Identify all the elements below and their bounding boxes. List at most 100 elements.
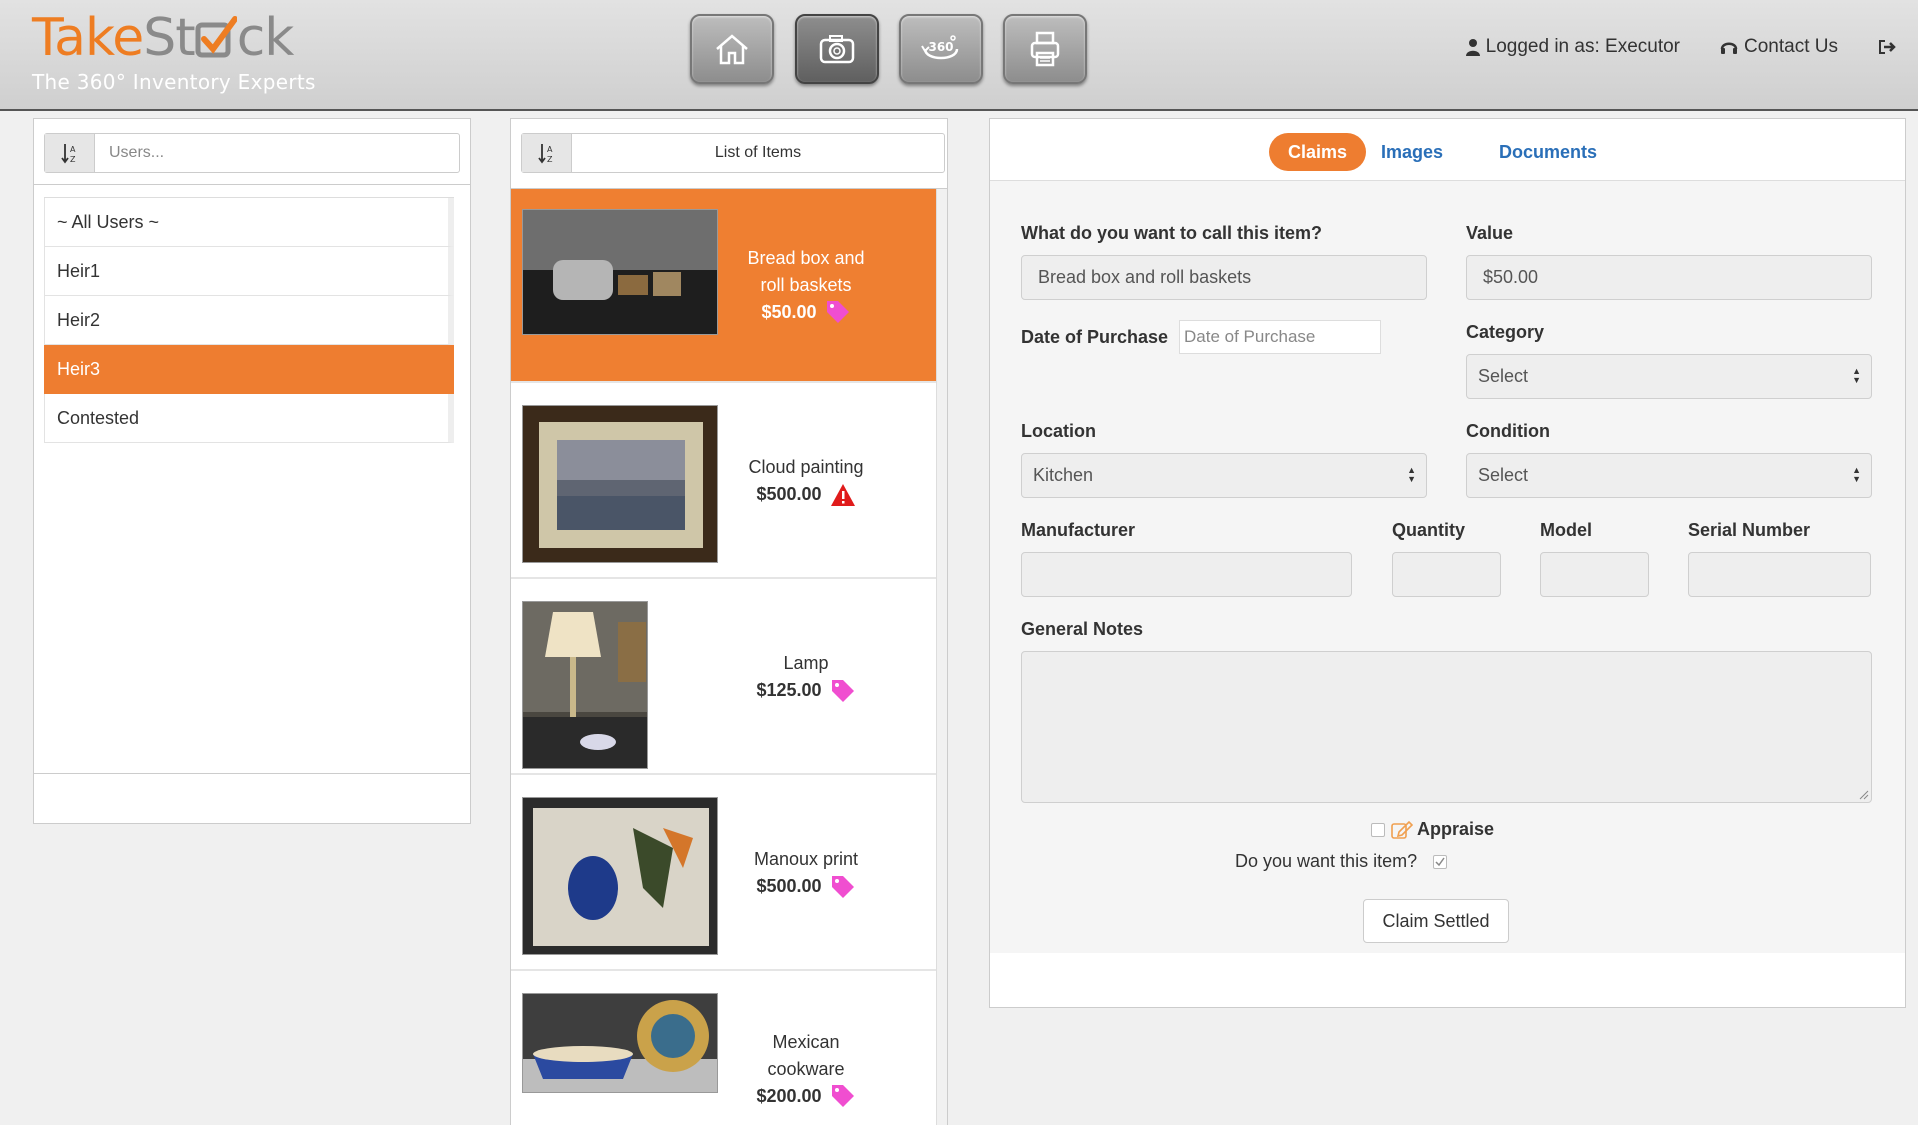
user-item-heir2[interactable]: Heir2 (44, 296, 454, 345)
items-sort-button[interactable]: AZ (522, 134, 572, 172)
item-price: $200.00 (756, 1085, 822, 1106)
users-search-input[interactable] (95, 134, 459, 172)
items-panel: AZ List of Items Bread box and roll bask… (510, 118, 948, 1125)
item-name-input[interactable]: Bread box and roll baskets (1021, 255, 1427, 300)
category-label: Category (1466, 322, 1545, 342)
user-icon (1465, 39, 1480, 56)
location-label: Location (1021, 421, 1096, 441)
item-card-mexican-cookware[interactable]: Mexican cookware $200.00 (511, 973, 938, 1125)
category-select[interactable]: Select ▲ ▼ (1466, 354, 1872, 399)
item-name: Lamp (783, 653, 829, 673)
item-name: Manoux print (753, 849, 859, 869)
serial-number-label: Serial Number (1688, 520, 1811, 540)
item-price-row: $50.00 (761, 299, 850, 326)
item-thumbnail (522, 405, 718, 563)
want-item-checkbox[interactable] (1433, 854, 1448, 869)
item-card-bread-box[interactable]: Bread box and roll baskets $50.00 (511, 189, 938, 383)
logo-wordmark: TakeSt ck (32, 8, 294, 68)
general-notes-textarea[interactable] (1021, 651, 1872, 803)
warning-icon (830, 483, 855, 506)
item-name-line2: roll baskets (760, 274, 852, 295)
item-card-lamp[interactable]: Lamp $125.00 (511, 581, 938, 775)
user-item-label: Heir2 (57, 309, 101, 330)
want-item-row: Do you want this item? (1235, 851, 1448, 872)
value-input[interactable]: $50.00 (1466, 255, 1872, 300)
condition-select-value: Select (1478, 465, 1529, 485)
item-info: Manoux print $500.00 (711, 777, 901, 969)
resize-grip-icon (1859, 790, 1869, 800)
manufacturer-input[interactable] (1021, 552, 1352, 597)
items-scrollbar[interactable] (936, 189, 947, 1125)
detail-tabs: Claims Images Documents (990, 119, 1905, 181)
appraise-label: Appraise (1417, 819, 1495, 839)
logout-button[interactable] (1878, 39, 1902, 55)
want-item-label: Do you want this item? (1235, 851, 1418, 871)
detail-panel-footer (990, 953, 1905, 1007)
item-info: Cloud painting $500.00 (711, 385, 901, 577)
camera-icon (819, 35, 855, 64)
user-item-all-users[interactable]: ~ All Users ~ (44, 198, 454, 247)
item-price-row: $500.00 (756, 873, 855, 900)
headset-icon (1720, 42, 1738, 54)
item-price-row: $500.00 (756, 481, 855, 508)
item-thumbnail (522, 209, 718, 335)
user-item-contested[interactable]: Contested (44, 394, 454, 443)
serial-number-input[interactable] (1688, 552, 1871, 597)
tab-claims[interactable]: Claims (1269, 133, 1367, 171)
item-card-manoux-print[interactable]: Manoux print $500.00 (511, 777, 938, 971)
condition-label: Condition (1466, 421, 1550, 441)
app-header: TakeSt ck The 360° Inventory Experts 360 … (0, 0, 1918, 111)
360-view-button[interactable]: 360 (899, 14, 983, 84)
items-header: AZ List of Items (511, 119, 947, 189)
value-label: Value (1466, 223, 1514, 243)
contact-us-link[interactable]: Contact Us (1720, 36, 1838, 58)
item-name-line2: cookware (767, 1058, 845, 1079)
printer-icon (1030, 31, 1060, 67)
date-of-purchase-input[interactable]: Date of Purchase (1179, 320, 1381, 354)
item-info: Lamp $125.00 (711, 581, 901, 773)
items-title-bar: AZ List of Items (521, 133, 945, 173)
item-thumbnail (522, 601, 648, 769)
item-price: $125.00 (756, 680, 822, 700)
select-arrows-icon: ▲ ▼ (1852, 465, 1861, 484)
checkmark-icon (195, 16, 238, 58)
item-card-cloud-painting[interactable]: Cloud painting $500.00 (511, 385, 938, 579)
home-button[interactable] (690, 14, 774, 84)
location-select[interactable]: Kitchen ▲ ▼ (1021, 453, 1427, 498)
svg-text:A: A (70, 145, 76, 154)
general-notes-label: General Notes (1021, 619, 1144, 639)
item-name: Mexican (772, 1031, 840, 1052)
model-input[interactable] (1540, 552, 1649, 597)
claim-settled-button[interactable]: Claim Settled (1363, 899, 1509, 943)
svg-text:A: A (547, 145, 553, 154)
tab-images[interactable]: Images (1362, 133, 1462, 171)
item-price-row: $125.00 (756, 677, 855, 704)
users-divider (34, 184, 470, 185)
claims-form: What do you want to call this item? Brea… (990, 181, 1905, 955)
select-arrows-icon: ▲ ▼ (1407, 465, 1416, 484)
print-button[interactable] (1003, 14, 1087, 84)
360-view-icon: 360 (921, 35, 959, 60)
user-item-label: Contested (57, 407, 140, 428)
condition-select[interactable]: Select ▲ ▼ (1466, 453, 1872, 498)
tab-documents[interactable]: Documents (1480, 133, 1616, 171)
sort-alpha-icon: AZ (60, 144, 76, 164)
manufacturer-label: Manufacturer (1021, 520, 1136, 540)
user-item-heir1[interactable]: Heir1 (44, 247, 454, 296)
location-select-value: Kitchen (1033, 465, 1094, 485)
camera-button[interactable] (795, 14, 879, 84)
svg-text:Z: Z (70, 155, 76, 164)
tag-icon (831, 679, 854, 702)
users-list: ~ All Users ~ Heir1 Heir2 Heir3 Conteste… (44, 197, 454, 443)
quantity-input[interactable] (1392, 552, 1501, 597)
tag-icon (831, 875, 854, 898)
logo-tagline: The 360° Inventory Experts (32, 70, 316, 94)
sign-out-icon (1879, 40, 1896, 54)
user-item-heir3[interactable]: Heir3 (44, 345, 454, 394)
item-price: $50.00 (761, 301, 817, 322)
appraise-checkbox[interactable] (1371, 822, 1385, 837)
tag-icon (826, 301, 849, 323)
users-panel-footer (34, 773, 470, 823)
users-sort-button[interactable]: AZ (45, 134, 95, 172)
takestock-logo[interactable]: TakeSt ck The 360° Inventory Experts (32, 8, 332, 98)
